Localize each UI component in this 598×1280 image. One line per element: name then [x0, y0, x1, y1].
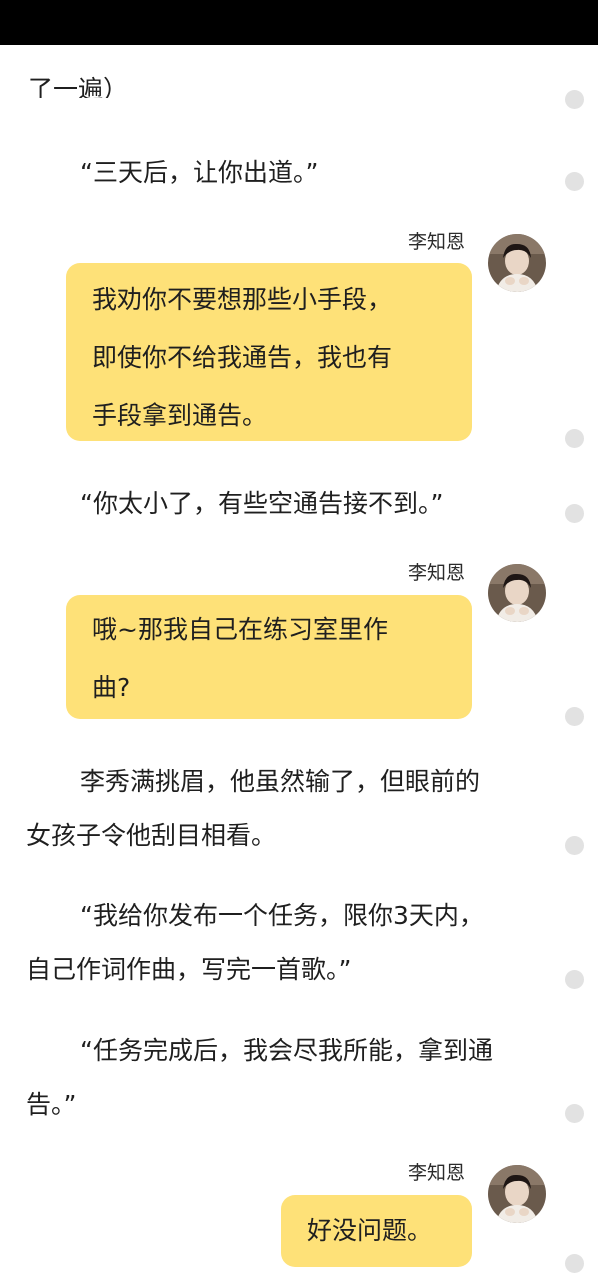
- chat-bubble-line: 好没问题。: [307, 1216, 433, 1245]
- avatar-icon[interactable]: [488, 564, 546, 622]
- reader-page: 了一遍） “三天后，让你出道。” 李知恩 我劝你不要想那些小手段， 即使你不给我…: [0, 0, 598, 1280]
- paragraph-5-line-1: “任务完成后，我会尽我所能，拿到通: [80, 1036, 493, 1065]
- status-bar: [0, 0, 598, 45]
- avatar-icon[interactable]: [488, 1165, 546, 1223]
- chat-bubble-1: 我劝你不要想那些小手段， 即使你不给我通告，我也有 手段拿到通告。: [66, 263, 472, 441]
- comment-dot-icon[interactable]: [565, 970, 584, 989]
- chat-bubble-line: 曲?: [92, 673, 131, 702]
- paragraph-5-line-2: 告。”: [26, 1090, 77, 1119]
- paragraph-4-line-2: 自己作词作曲，写完一首歌。”: [26, 955, 352, 984]
- chat-bubble-line: 手段拿到通告。: [92, 401, 268, 430]
- paragraph-1: “三天后，让你出道。”: [80, 158, 319, 187]
- avatar-icon[interactable]: [488, 234, 546, 292]
- comment-dot-icon[interactable]: [565, 707, 584, 726]
- comment-dot-icon[interactable]: [565, 172, 584, 191]
- chat-bubble-line: 我劝你不要想那些小手段，: [92, 285, 393, 314]
- cut-off-text: 了一遍）: [28, 75, 129, 98]
- comment-dot-icon[interactable]: [565, 429, 584, 448]
- chat-bubble-3: 好没问题。: [281, 1195, 472, 1267]
- comment-dot-icon[interactable]: [565, 504, 584, 523]
- cut-off-text-line: 了一遍）: [28, 58, 178, 98]
- chat-bubble-line: 哦~那我自己在练习室里作: [92, 615, 388, 644]
- chat-bubble-2: 哦~那我自己在练习室里作 曲?: [66, 595, 472, 719]
- paragraph-2: “你太小了，有些空通告接不到。”: [80, 489, 444, 518]
- comment-dot-icon[interactable]: [565, 1104, 584, 1123]
- comment-dot-icon[interactable]: [565, 1254, 584, 1273]
- comment-dot-icon[interactable]: [565, 90, 584, 109]
- avatar-portrait-icon: [488, 564, 546, 622]
- paragraph-3-line-2: 女孩子令他刮目相看。: [26, 821, 277, 850]
- chat-bubble-line: 即使你不给我通告，我也有: [92, 343, 393, 372]
- chat-speaker-name-3: 李知恩: [408, 1162, 466, 1184]
- comment-dot-icon[interactable]: [565, 836, 584, 855]
- chat-speaker-name-1: 李知恩: [408, 231, 466, 253]
- avatar-portrait-icon: [488, 1165, 546, 1223]
- avatar-portrait-icon: [488, 234, 546, 292]
- chat-speaker-name-2: 李知恩: [408, 562, 466, 584]
